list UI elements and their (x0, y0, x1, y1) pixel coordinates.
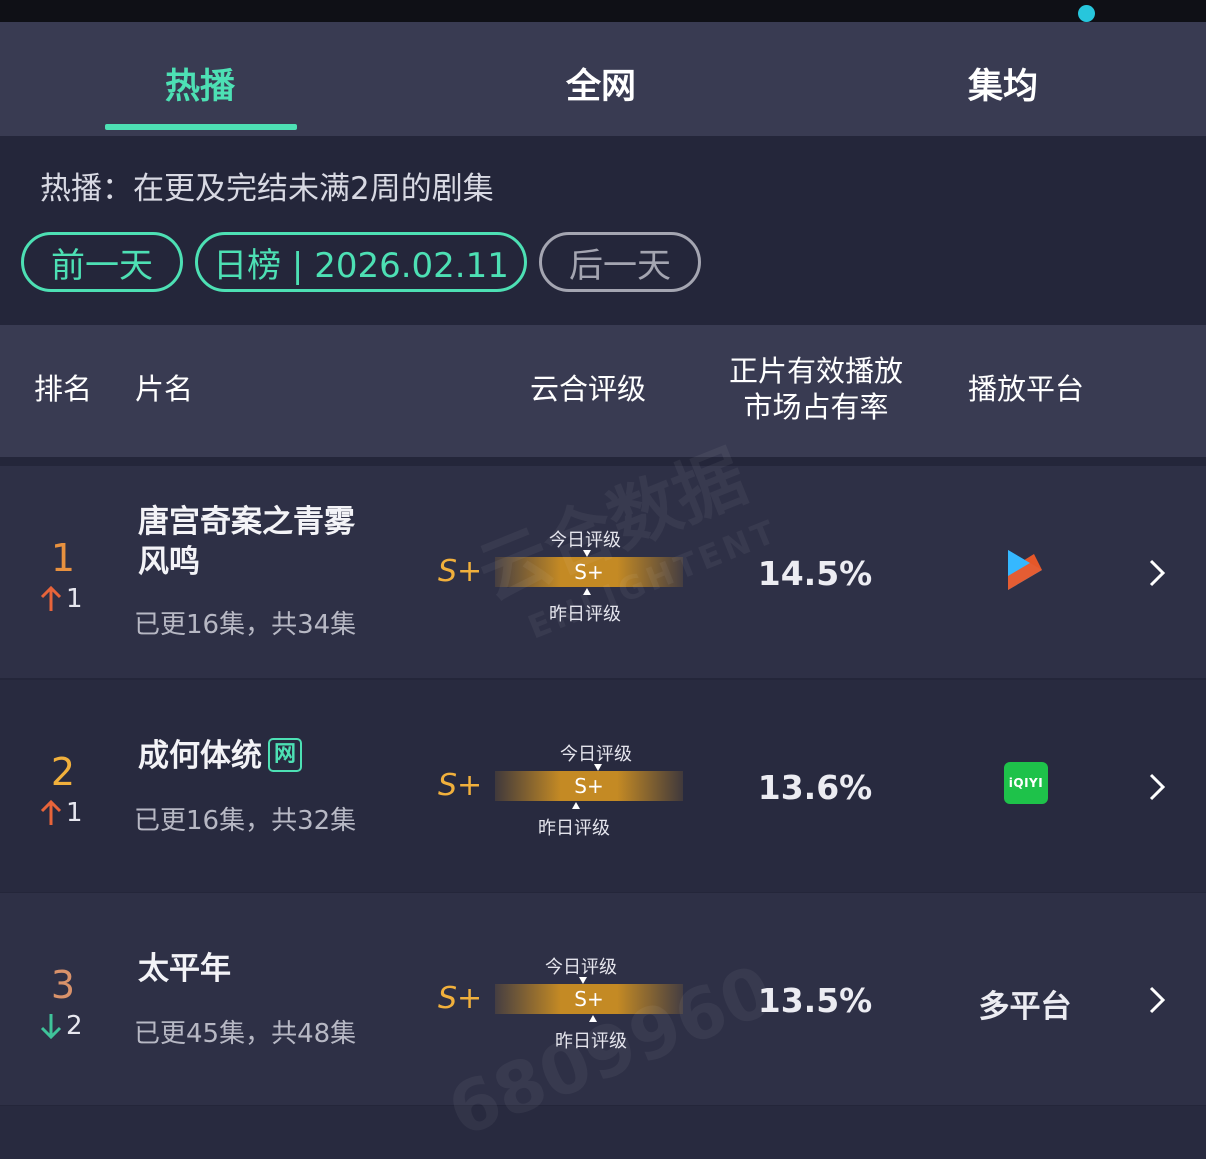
iqiyi-icon: iQIYI (1004, 762, 1048, 804)
header-share: 正片有效播放 市场占有率 (716, 353, 916, 425)
episode-count: 已更45集，共48集 (134, 1019, 357, 1049)
today-marker (579, 977, 587, 984)
arrow-up-icon (40, 586, 62, 611)
show-title[interactable]: 成何体统网 (138, 736, 302, 776)
rating-bar: S+ (495, 984, 683, 1014)
rank-change-value: 1 (66, 798, 83, 828)
list-description: 热播：在更及完结未满2周的剧集 (40, 171, 494, 207)
rating-bar: S+ (495, 771, 683, 801)
rating-grade: S+ (438, 768, 483, 803)
rank-change-value: 2 (66, 1011, 83, 1041)
yesterday-rating-label: 昨日评级 (538, 818, 610, 839)
rating-bar: S+ (495, 557, 683, 587)
tab-hot[interactable]: 热播 (100, 58, 300, 109)
chevron-right-icon[interactable] (1147, 985, 1167, 1015)
tab-all-network[interactable]: 全网 (501, 58, 701, 109)
arrow-up-icon (40, 800, 62, 825)
episode-count: 已更16集，共32集 (134, 806, 357, 836)
next-day-button[interactable]: 后一天 (539, 232, 701, 292)
table-header: 排名 片名 云合评级 正片有效播放 市场占有率 播放平台 (0, 325, 1206, 457)
today-rating-label: 今日评级 (549, 530, 621, 551)
header-share-line1: 正片有效播放 (728, 354, 903, 388)
today-rating-label: 今日评级 (545, 957, 617, 978)
tab-bar: 热播 全网 集均 (0, 22, 1206, 136)
show-title-line1: 唐宫奇案之青雾 (138, 504, 355, 540)
date-selector-button[interactable]: 日榜 | 2026.02.11 (195, 232, 527, 292)
rating-grade: S+ (438, 554, 483, 589)
chevron-right-icon[interactable] (1147, 558, 1167, 588)
header-rating: 云合评级 (529, 372, 646, 406)
tab-episode-average[interactable]: 集均 (903, 58, 1103, 109)
header-rank: 排名 (33, 372, 92, 406)
header-title: 片名 (134, 372, 193, 406)
rank-number: 3 (50, 963, 76, 1007)
show-title-line1: 太平年 (138, 951, 231, 987)
show-title[interactable]: 唐宫奇案之青雾 风鸣 (138, 502, 355, 582)
episode-count: 已更16集，共34集 (134, 610, 357, 640)
table-row-partial (0, 1106, 1206, 1159)
prev-day-button[interactable]: 前一天 (21, 232, 183, 292)
show-title-line1: 成何体统 (138, 738, 262, 774)
rank-change-value: 1 (66, 584, 83, 614)
rank-change: 1 (40, 584, 83, 614)
table-row[interactable]: 1 1 唐宫奇案之青雾 风鸣 已更16集，共34集 S+ 今日评级 S+ 昨日评… (0, 466, 1206, 678)
show-title[interactable]: 太平年 (138, 949, 231, 989)
show-title-line2: 风鸣 (138, 544, 200, 580)
rating-bar-grade: S+ (574, 774, 604, 798)
rank-change: 2 (40, 1011, 83, 1041)
yesterday-marker (583, 588, 591, 595)
rank-change: 1 (40, 798, 83, 828)
rank-number: 1 (50, 536, 76, 580)
arrow-down-icon (40, 1014, 62, 1039)
active-tab-indicator (105, 124, 297, 130)
rating-grade: S+ (438, 981, 483, 1016)
rank-number: 2 (50, 750, 76, 794)
scroll-indicator (1078, 5, 1095, 22)
top-strip (0, 0, 1206, 22)
yesterday-marker (589, 1015, 597, 1022)
yesterday-marker (572, 802, 580, 809)
yesterday-rating-label: 昨日评级 (549, 604, 621, 625)
today-marker (583, 550, 591, 557)
multi-platform-label: 多平台 (978, 989, 1072, 1025)
today-rating-label: 今日评级 (560, 744, 632, 765)
market-share: 13.5% (757, 981, 873, 1020)
youku-icon (1008, 550, 1042, 590)
rating-bar-grade: S+ (574, 987, 604, 1011)
yesterday-rating-label: 昨日评级 (555, 1031, 627, 1052)
table-row[interactable]: 2 1 成何体统网 已更16集，共32集 S+ 今日评级 S+ 昨日评级 13.… (0, 680, 1206, 892)
today-marker (594, 764, 602, 771)
header-platform: 播放平台 (967, 372, 1084, 406)
web-series-badge: 网 (268, 737, 302, 772)
rating-bar-grade: S+ (574, 560, 604, 584)
header-share-line2: 市场占有率 (743, 390, 889, 424)
chevron-right-icon[interactable] (1147, 772, 1167, 802)
table-row[interactable]: 3 2 太平年 已更45集，共48集 S+ 今日评级 S+ 昨日评级 13.5%… (0, 893, 1206, 1105)
market-share: 14.5% (757, 554, 873, 593)
market-share: 13.6% (757, 768, 873, 807)
